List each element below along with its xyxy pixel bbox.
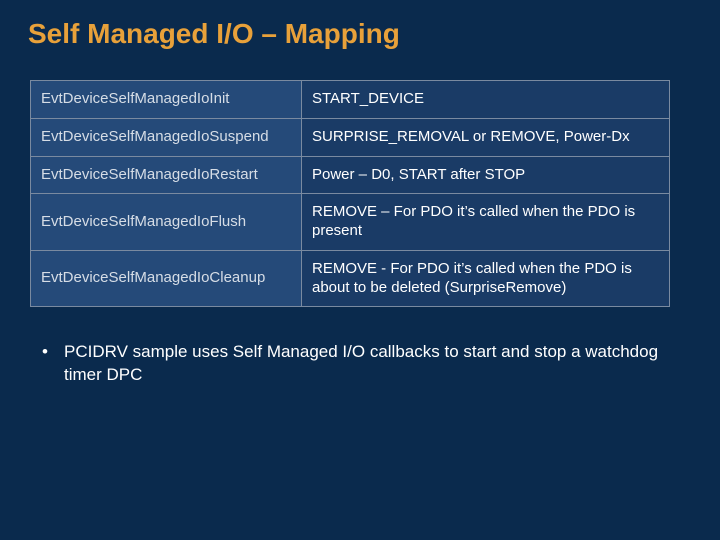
callback-name: EvtDeviceSelfManagedIoRestart — [31, 156, 302, 194]
mapping-table: EvtDeviceSelfManagedIoInit START_DEVICE … — [30, 80, 670, 307]
callback-name: EvtDeviceSelfManagedIoInit — [31, 81, 302, 119]
callback-mapping: SURPRISE_REMOVAL or REMOVE, Power-Dx — [302, 118, 670, 156]
table-row: EvtDeviceSelfManagedIoInit START_DEVICE — [31, 81, 670, 119]
list-item: PCIDRV sample uses Self Managed I/O call… — [36, 341, 684, 387]
slide: Self Managed I/O – Mapping EvtDeviceSelf… — [0, 0, 720, 540]
table-row: EvtDeviceSelfManagedIoSuspend SURPRISE_R… — [31, 118, 670, 156]
table-row: EvtDeviceSelfManagedIoRestart Power – D0… — [31, 156, 670, 194]
bullet-list: PCIDRV sample uses Self Managed I/O call… — [36, 341, 692, 387]
table-row: EvtDeviceSelfManagedIoFlush REMOVE – For… — [31, 194, 670, 251]
callback-mapping: REMOVE – For PDO it’s called when the PD… — [302, 194, 670, 251]
page-title: Self Managed I/O – Mapping — [28, 18, 692, 50]
callback-name: EvtDeviceSelfManagedIoCleanup — [31, 250, 302, 307]
callback-mapping: START_DEVICE — [302, 81, 670, 119]
callback-name: EvtDeviceSelfManagedIoFlush — [31, 194, 302, 251]
table-row: EvtDeviceSelfManagedIoCleanup REMOVE - F… — [31, 250, 670, 307]
callback-mapping: REMOVE - For PDO it’s called when the PD… — [302, 250, 670, 307]
callback-name: EvtDeviceSelfManagedIoSuspend — [31, 118, 302, 156]
callback-mapping: Power – D0, START after STOP — [302, 156, 670, 194]
